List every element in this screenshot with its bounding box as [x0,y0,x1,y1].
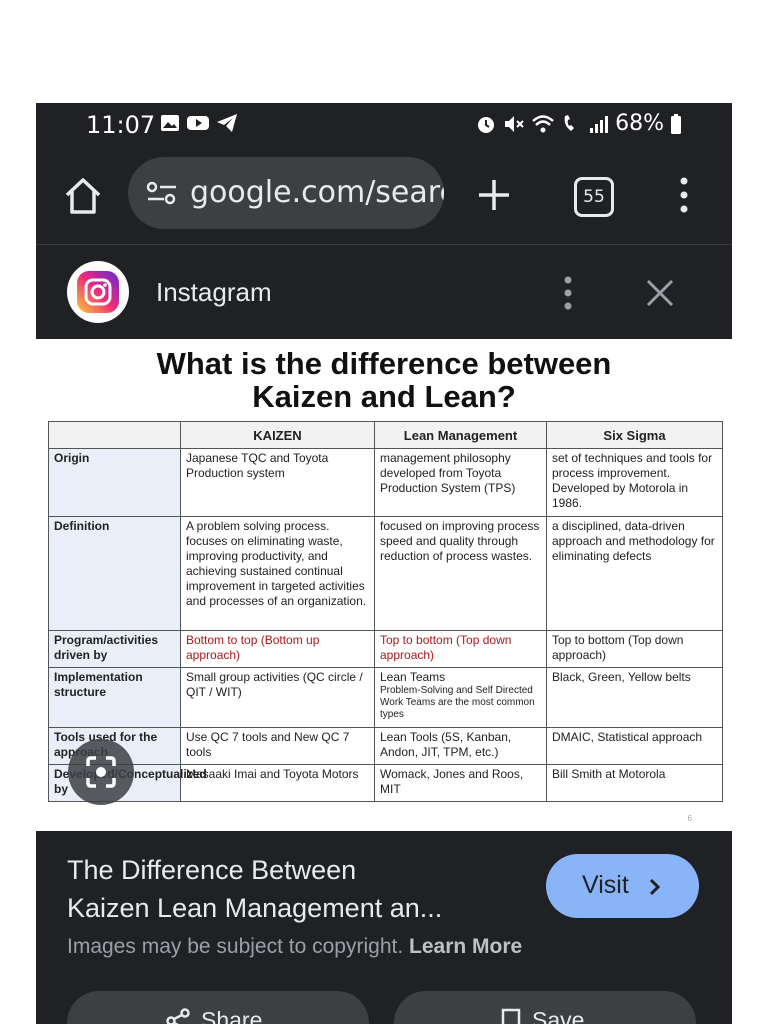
share-icon [166,1007,190,1024]
table-cell: Bill Smith at Motorola [546,764,723,802]
visit-button[interactable]: Visit [546,854,699,918]
lens-button[interactable] [68,739,134,805]
row-label: Origin [48,448,181,517]
table-row: Tools used for the approach Use QC 7 too… [48,727,723,765]
row-label: Implementation structure [48,667,181,728]
image-icon [161,115,179,131]
image-title-line2: Kaizen and Lean? [252,379,516,414]
table-cell: Use QC 7 tools and New QC 7 tools [180,727,375,765]
table-header-row: KAIZEN Lean Management Six Sigma [48,421,723,449]
table-cell: Japanese TQC and Toyota Production syste… [180,448,375,517]
learn-more-link[interactable]: Learn More [409,935,522,958]
table-cell: Womack, Jones and Roos, MIT [374,764,547,802]
result-title-line2: Kaizen Lean Management an... [67,893,443,923]
tab-switcher-button[interactable]: 55 [574,177,614,217]
header-cell [48,421,181,449]
table-cell: Top to bottom (Top down approach) [546,630,723,668]
table-cell: Top to bottom (Top down approach) [374,630,547,668]
table-row: Origin Japanese TQC and Toyota Productio… [48,448,723,517]
table-cell: A problem solving process. focuses on el… [180,516,375,631]
source-bar: Instagram [36,245,732,339]
lens-icon [86,756,116,788]
site-settings-icon[interactable] [146,181,178,205]
bookmark-icon [501,1008,521,1024]
image-title: What is the difference between Kaizen an… [36,347,732,413]
url-text: google.com/search [190,175,444,210]
battery-icon [671,113,681,134]
signal-icon [590,115,609,133]
header-cell: Lean Management [374,421,547,449]
instagram-logo [67,261,129,323]
telegram-icon [217,114,237,132]
image-title-line1: What is the difference between [156,346,612,381]
table-cell: Black, Green, Yellow belts [546,667,723,728]
preview-image[interactable]: What is the difference between Kaizen an… [36,339,732,831]
wifi-calling-icon [564,114,575,131]
copyright-notice: Images may be subject to copyright. Lear… [67,935,522,959]
source-title[interactable]: Instagram [156,277,272,308]
close-icon[interactable] [644,277,676,309]
copyright-text: Images may be subject to copyright. [67,935,404,958]
table-cell: Lean Teams Problem-Solving and Self Dire… [374,667,547,728]
table-cell: Masaaki Imai and Toyota Motors [180,764,375,802]
alarm-icon [478,116,495,133]
table-cell: Bottom to top (Bottom up approach) [180,630,375,668]
result-title-line1: The Difference Between [67,855,357,885]
table-row: Program/activities driven by Bottom to t… [48,630,723,668]
table-cell: DMAIC, Statistical approach [546,727,723,765]
new-tab-icon[interactable] [474,175,514,215]
slide-page-number: 6 [687,814,692,823]
table-row: Definition A problem solving process. fo… [48,516,723,631]
battery-percent: 68% [615,111,664,136]
mute-icon [505,115,524,132]
lean-teams-text: Lean Teams [380,670,446,684]
status-bar: 11:07 68% [36,103,732,147]
youtube-icon [187,116,209,130]
lean-teams-note: Problem-Solving and Self Directed Work T… [380,685,535,720]
browser-toolbar: google.com/search 55 [36,147,732,243]
more-menu-icon[interactable] [672,175,696,215]
chevron-right-icon [649,878,661,896]
table-cell: a disciplined, data-driven approach and … [546,516,723,631]
url-bar[interactable]: google.com/search [128,157,444,229]
result-title[interactable]: The Difference Between Kaizen Lean Manag… [67,851,527,927]
table-cell: focused on improving process speed and q… [374,516,547,631]
row-label: Program/activities driven by [48,630,181,668]
visit-label: Visit [582,871,629,899]
share-button[interactable]: Share [67,991,369,1024]
save-button[interactable]: Save [394,991,696,1024]
share-label: Share [201,1007,263,1024]
table-row: Developed/Conceptualized by Masaaki Imai… [48,764,723,802]
home-icon[interactable] [60,173,106,219]
header-cell: Six Sigma [546,421,723,449]
table-cell: Lean Tools (5S, Kanban, Andon, JIT, TPM,… [374,727,547,765]
table-cell: set of techniques and tools for process … [546,448,723,517]
comparison-table: KAIZEN Lean Management Six Sigma Origin … [48,421,723,802]
row-label: Definition [48,516,181,631]
more-options-icon[interactable] [560,275,576,311]
phone-screen: 11:07 68% google.com/search 55 [36,103,732,1024]
table-cell: Small group activities (QC circle / QIT … [180,667,375,728]
header-cell: KAIZEN [180,421,375,449]
table-cell: management philosophy developed from Toy… [374,448,547,517]
status-time: 11:07 [86,111,156,139]
table-row: Implementation structure Small group act… [48,667,723,728]
wifi-icon [532,114,554,132]
save-label: Save [532,1007,585,1024]
